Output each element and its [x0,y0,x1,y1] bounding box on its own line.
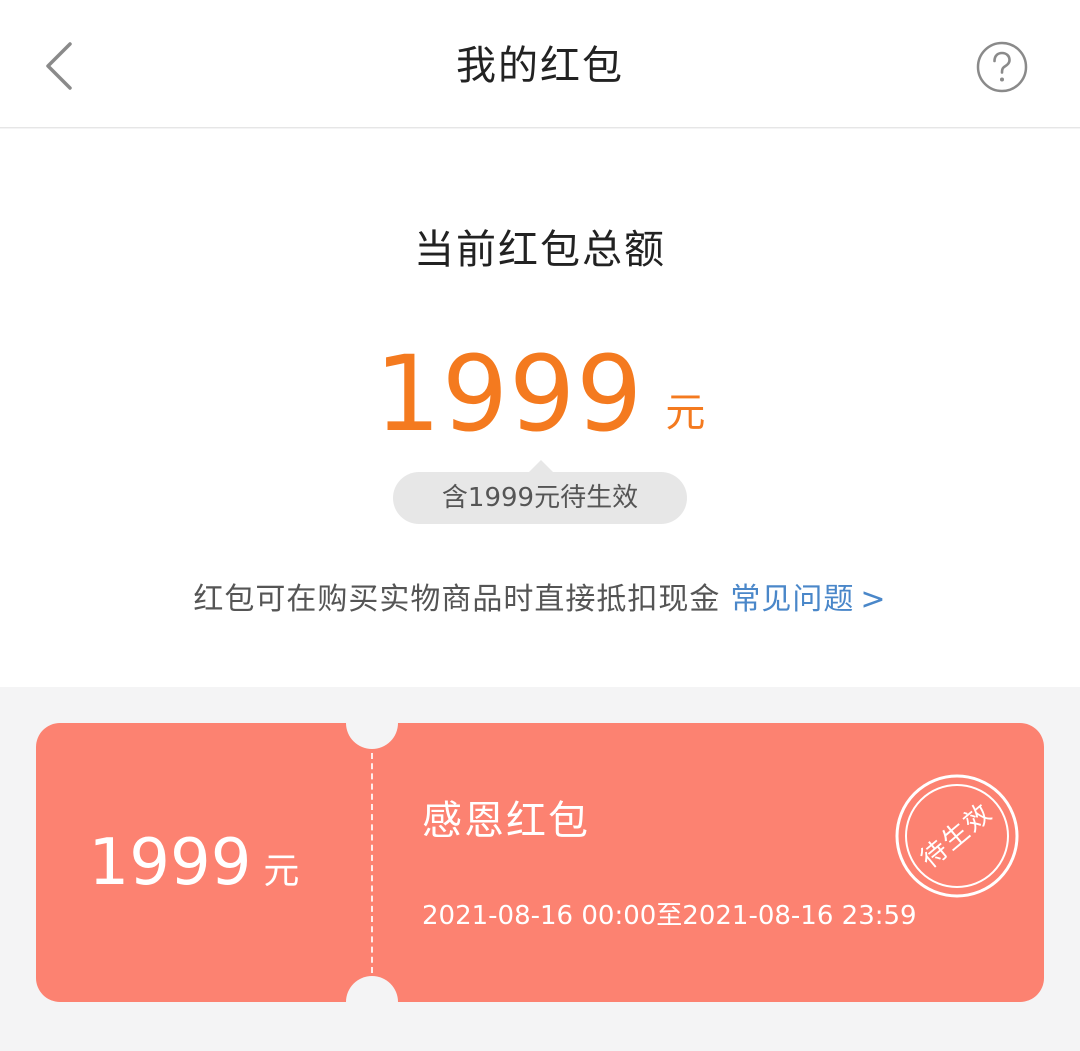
total-label: 当前红包总额 [414,227,666,273]
coupon-amount: 1999 元 [36,823,352,903]
pending-tooltip-arrow [529,460,553,472]
pending-stamp-icon: 待生效 [894,773,1020,899]
help-button[interactable] [976,41,1028,93]
coupon-notch-bottom [346,976,398,1002]
coupon-name: 感恩红包 [422,798,590,844]
total-amount: 1999 元 [0,329,1080,459]
coupon-validity: 2021-08-16 00:00至2021-08-16 23:59 [422,901,917,931]
pending-badge: 含1999元待生效 [393,472,687,524]
coupon-amount-value: 1999 [88,826,252,900]
faq-arrow-icon[interactable]: > [860,582,886,617]
total-amount-unit: 元 [665,390,706,436]
coupon-amount-unit: 元 [263,851,300,892]
total-amount-value: 1999 [374,333,644,455]
help-circle-icon [976,41,1028,93]
page-title: 我的红包 [456,43,624,89]
coupon-divider [371,753,373,973]
usage-info-text: 红包可在购买实物商品时直接抵扣现金 [193,582,721,617]
coupon-card[interactable]: 1999 元 感恩红包 2021-08-16 00:00至2021-08-16 2… [36,723,1044,1002]
usage-info: 红包可在购买实物商品时直接抵扣现金 常见问题 > [0,577,1080,623]
balance-summary: 当前红包总额 1999 元 含1999元待生效 红包可在购买实物商品时直接抵扣现金… [0,129,1080,687]
faq-link[interactable]: 常见问题 [730,582,854,617]
coupon-notch-top [346,723,398,749]
app-header: 我的红包 [0,0,1080,128]
